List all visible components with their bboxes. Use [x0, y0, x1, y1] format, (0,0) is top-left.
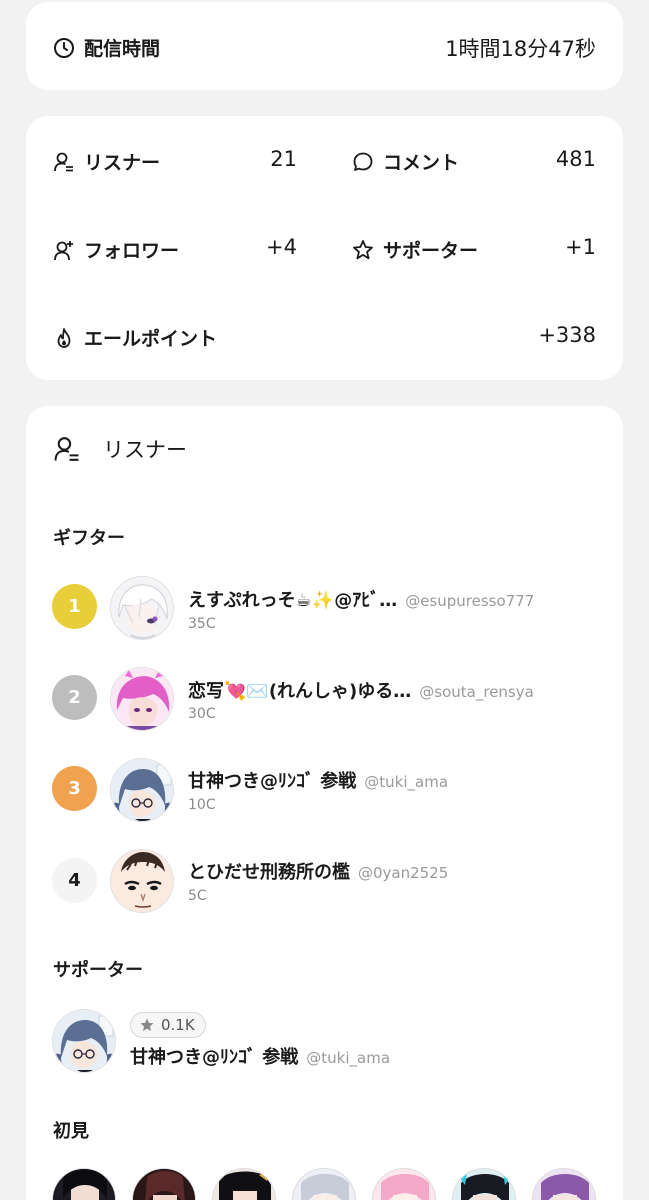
rank-badge-2: 2	[52, 675, 97, 720]
supporter-handle: @tuki_ama	[306, 1049, 391, 1067]
gifter-name[interactable]: 恋写💘✉️(れんしゃ)ゆる…	[188, 677, 411, 703]
supporter-badge-value: 0.1K	[161, 1016, 195, 1034]
avatar[interactable]	[110, 849, 174, 913]
broadcast-time-row: 配信時間	[53, 34, 160, 61]
gifter-handle: @0yan2525	[358, 864, 449, 882]
flame-icon	[57, 327, 71, 348]
clock-icon	[54, 37, 74, 58]
follower-stat-label: フォロワー	[53, 236, 179, 263]
yell-point-stat-text: エールポイント	[84, 328, 218, 350]
supporter-stat-value: +1	[565, 235, 596, 259]
person-list-icon	[54, 437, 79, 461]
gifter-name-line-2: 恋写💘✉️(れんしゃ)ゆる… @souta_rensya	[188, 677, 534, 703]
listener-section-header: リスナー	[53, 434, 187, 464]
follower-stat-value: +4	[266, 235, 297, 259]
gifter-handle: @tuki_ama	[364, 773, 449, 791]
gifter-coins: 5C	[188, 888, 207, 904]
supporters-heading: サポーター	[53, 960, 143, 981]
listener-list-card: リスナー ギフター 1 えすぷれっそ☕✨@ｱﾋﾞ… @esupuresso777…	[26, 406, 623, 1200]
follower-stat-text: フォロワー	[84, 240, 180, 262]
gifter-name-line-1: えすぷれっそ☕✨@ｱﾋﾞ… @esupuresso777	[188, 586, 534, 612]
listener-stat-label: リスナー	[53, 148, 160, 175]
broadcast-time-value: 1時間18分47秒	[445, 37, 596, 61]
supporter-name-line: 甘神つき@ﾘﾝｺﾞ 参戦 @tuki_ama	[130, 1043, 390, 1069]
first-time-heading: 初見	[53, 1121, 89, 1142]
person-list-icon	[54, 152, 73, 171]
broadcast-time-card: 配信時間 1時間18分47秒	[26, 2, 623, 90]
yell-point-stat-value: +338	[538, 323, 596, 347]
comment-stat-label: コメント	[352, 148, 459, 175]
avatar[interactable]	[110, 576, 174, 640]
gifter-name[interactable]: とひだせ刑務所の檻	[188, 858, 350, 884]
gifter-name[interactable]: 甘神つき@ﾘﾝｺﾞ 参戦	[188, 767, 356, 793]
star-icon	[353, 239, 373, 259]
gifter-name-line-3: 甘神つき@ﾘﾝｺﾞ 参戦 @tuki_ama	[188, 767, 448, 793]
gifter-handle: @souta_rensya	[419, 683, 534, 701]
listener-stat-text: リスナー	[84, 152, 161, 174]
comment-stat-value: 481	[555, 147, 596, 171]
rank-badge-3: 3	[52, 766, 97, 811]
gifter-coins: 30C	[188, 706, 216, 722]
gifter-name-line-4: とひだせ刑務所の檻 @0yan2525	[188, 858, 448, 884]
listener-stat-value: 21	[270, 147, 297, 171]
supporter-stat-text: サポーター	[383, 240, 479, 262]
avatar[interactable]	[110, 758, 174, 822]
broadcast-time-label: 配信時間	[84, 38, 161, 60]
supporter-stat-label: サポーター	[352, 236, 478, 263]
star-icon	[140, 1018, 154, 1032]
supporter-name[interactable]: 甘神つき@ﾘﾝｺﾞ 参戦	[130, 1043, 298, 1069]
yell-point-stat-label: エールポイント	[53, 324, 217, 351]
gifter-coins: 35C	[188, 616, 216, 632]
speech-bubble-icon	[353, 152, 373, 171]
gifter-handle: @esupuresso777	[405, 592, 535, 610]
gifter-name[interactable]: えすぷれっそ☕✨@ｱﾋﾞ…	[188, 586, 397, 612]
rank-badge-1: 1	[52, 584, 97, 629]
avatar[interactable]	[52, 1009, 116, 1073]
supporter-badge: 0.1K	[130, 1012, 206, 1038]
gifter-coins: 10C	[188, 797, 216, 813]
person-add-icon	[54, 240, 73, 260]
listener-section-title: リスナー	[103, 438, 187, 462]
gifters-heading: ギフター	[53, 528, 125, 549]
rank-badge-4: 4	[52, 858, 97, 903]
stats-card: リスナー 21 コメント 481 フォロワー +4 サポーター +1 エールポイ…	[26, 116, 623, 380]
avatar[interactable]	[110, 667, 174, 731]
comment-stat-text: コメント	[383, 152, 460, 174]
